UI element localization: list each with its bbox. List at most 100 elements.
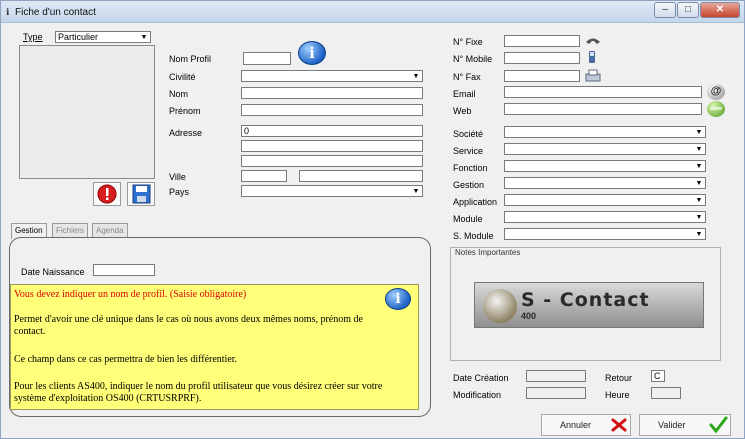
adresse-value: 0 (244, 126, 250, 136)
fixe-label: N° Fixe (453, 37, 483, 47)
date-naissance-input[interactable] (93, 264, 155, 276)
email-input[interactable] (504, 86, 702, 98)
adresse-line3-input[interactable] (241, 155, 423, 167)
mobile-label: N° Mobile (453, 54, 493, 64)
info-icon: i (385, 288, 411, 310)
tab-agenda[interactable]: Agenda (92, 223, 128, 238)
chevron-down-icon: ▼ (695, 214, 703, 221)
code-postal-input[interactable] (241, 170, 287, 182)
ville-label: Ville (169, 172, 186, 182)
s-module-select[interactable]: ▼ (504, 228, 706, 240)
module-select[interactable]: ▼ (504, 211, 706, 223)
service-label: Service (453, 146, 484, 156)
adresse-line2-input[interactable] (241, 140, 423, 152)
close-button[interactable]: ✕ (700, 2, 740, 18)
date-creation-label: Date Création (453, 373, 509, 383)
heure-label: Heure (605, 390, 630, 400)
phone-icon[interactable] (584, 34, 602, 46)
modification-value (526, 387, 586, 399)
module-label: Module (453, 214, 483, 224)
at-icon[interactable]: @ (707, 84, 725, 100)
service-select[interactable]: ▼ (504, 143, 706, 155)
societe-select[interactable]: ▼ (504, 126, 706, 138)
chevron-down-icon: ▼ (695, 197, 703, 204)
nom-input[interactable] (241, 87, 423, 99)
valider-button[interactable]: Valider (639, 414, 731, 436)
retour-input[interactable]: C (651, 370, 665, 382)
chevron-down-icon: ▼ (412, 73, 420, 80)
nom-profil-input[interactable] (243, 52, 291, 65)
logo-ball-icon (483, 289, 517, 323)
contact-photo[interactable] (19, 45, 155, 179)
minimize-button[interactable]: – (654, 2, 676, 18)
heure-value (651, 387, 681, 399)
tooltip-paragraph-1: Permet d'avoir une clé unique dans le ca… (14, 314, 363, 337)
app-icon: ℹ (6, 7, 10, 17)
save-button[interactable] (127, 182, 155, 206)
help-tooltip: Vous devez indiquer un nom de profil. (S… (10, 284, 419, 410)
contact-window: ℹ Fiche d'un contact – □ ✕ Type Particul… (0, 0, 745, 439)
gestion-label: Gestion (453, 180, 485, 190)
type-label: Type (23, 32, 43, 42)
logo-text: S - Contact (521, 289, 650, 311)
ville-input[interactable] (299, 170, 423, 182)
pays-select[interactable]: ▼ (241, 185, 423, 197)
error-icon (97, 184, 117, 204)
s-module-label: S. Module (453, 231, 494, 241)
title-bar: ℹ Fiche d'un contact – □ ✕ (1, 1, 744, 23)
civilite-label: Civilité (169, 72, 196, 82)
gestion-select[interactable]: ▼ (504, 177, 706, 189)
chevron-down-icon: ▼ (695, 231, 703, 238)
maximize-button[interactable]: □ (677, 2, 699, 18)
window-title: Fiche d'un contact (15, 7, 96, 18)
fax-label: N° Fax (453, 72, 481, 82)
prenom-label: Prénom (169, 106, 201, 116)
tooltip-paragraph-3: Pour les clients AS400, indiquer le nom … (14, 381, 383, 404)
chevron-down-icon: ▼ (695, 146, 703, 153)
www-icon[interactable]: www (707, 101, 725, 117)
web-label: Web (453, 106, 472, 116)
date-naissance-label: Date Naissance (21, 267, 85, 277)
delete-button[interactable] (93, 182, 121, 206)
tab-fichiers[interactable]: Fichiers (52, 223, 89, 238)
chevron-down-icon: ▼ (140, 34, 148, 41)
application-label: Application (453, 197, 498, 207)
chevron-down-icon: ▼ (695, 129, 703, 136)
type-value: Particulier (58, 32, 99, 42)
fonction-label: Fonction (453, 163, 488, 173)
type-select[interactable]: Particulier ▼ (55, 31, 151, 43)
info-icon[interactable]: i (298, 41, 326, 65)
civilite-select[interactable]: ▼ (241, 70, 423, 82)
tooltip-title: Vous devez indiquer un nom de profil. (S… (14, 289, 247, 300)
fax-input[interactable] (504, 70, 580, 82)
fax-icon[interactable] (584, 69, 602, 83)
web-input[interactable] (504, 103, 702, 115)
s-contact-logo: S - Contact 400 (474, 282, 704, 328)
retour-value: C (654, 371, 661, 381)
date-creation-value (526, 370, 586, 382)
retour-label: Retour (605, 373, 633, 383)
annuler-label: Annuler (560, 420, 592, 430)
green-check-icon (709, 416, 728, 434)
save-icon (132, 184, 151, 204)
application-select[interactable]: ▼ (504, 194, 706, 206)
adresse-line1-input[interactable]: 0 (241, 125, 423, 137)
prenom-input[interactable] (241, 104, 423, 116)
nom-label: Nom (169, 89, 189, 99)
mobile-input[interactable] (504, 52, 580, 64)
societe-label: Société (453, 129, 484, 139)
fixe-input[interactable] (504, 35, 580, 47)
pays-label: Pays (169, 187, 190, 197)
annuler-button[interactable]: Annuler (541, 414, 631, 436)
chevron-down-icon: ▼ (412, 188, 420, 195)
chevron-down-icon: ▼ (695, 180, 703, 187)
nom-profil-label: Nom Profil (169, 54, 212, 64)
modification-label: Modification (453, 390, 502, 400)
adresse-label: Adresse (169, 128, 203, 138)
logo-subtext: 400 (521, 311, 537, 321)
chevron-down-icon: ▼ (695, 163, 703, 170)
mobile-icon[interactable] (587, 50, 597, 64)
tooltip-paragraph-2: Ce champ dans ce cas permettra de bien l… (14, 354, 238, 365)
notes-label: Notes Importantes (455, 248, 521, 257)
fonction-select[interactable]: ▼ (504, 160, 706, 172)
